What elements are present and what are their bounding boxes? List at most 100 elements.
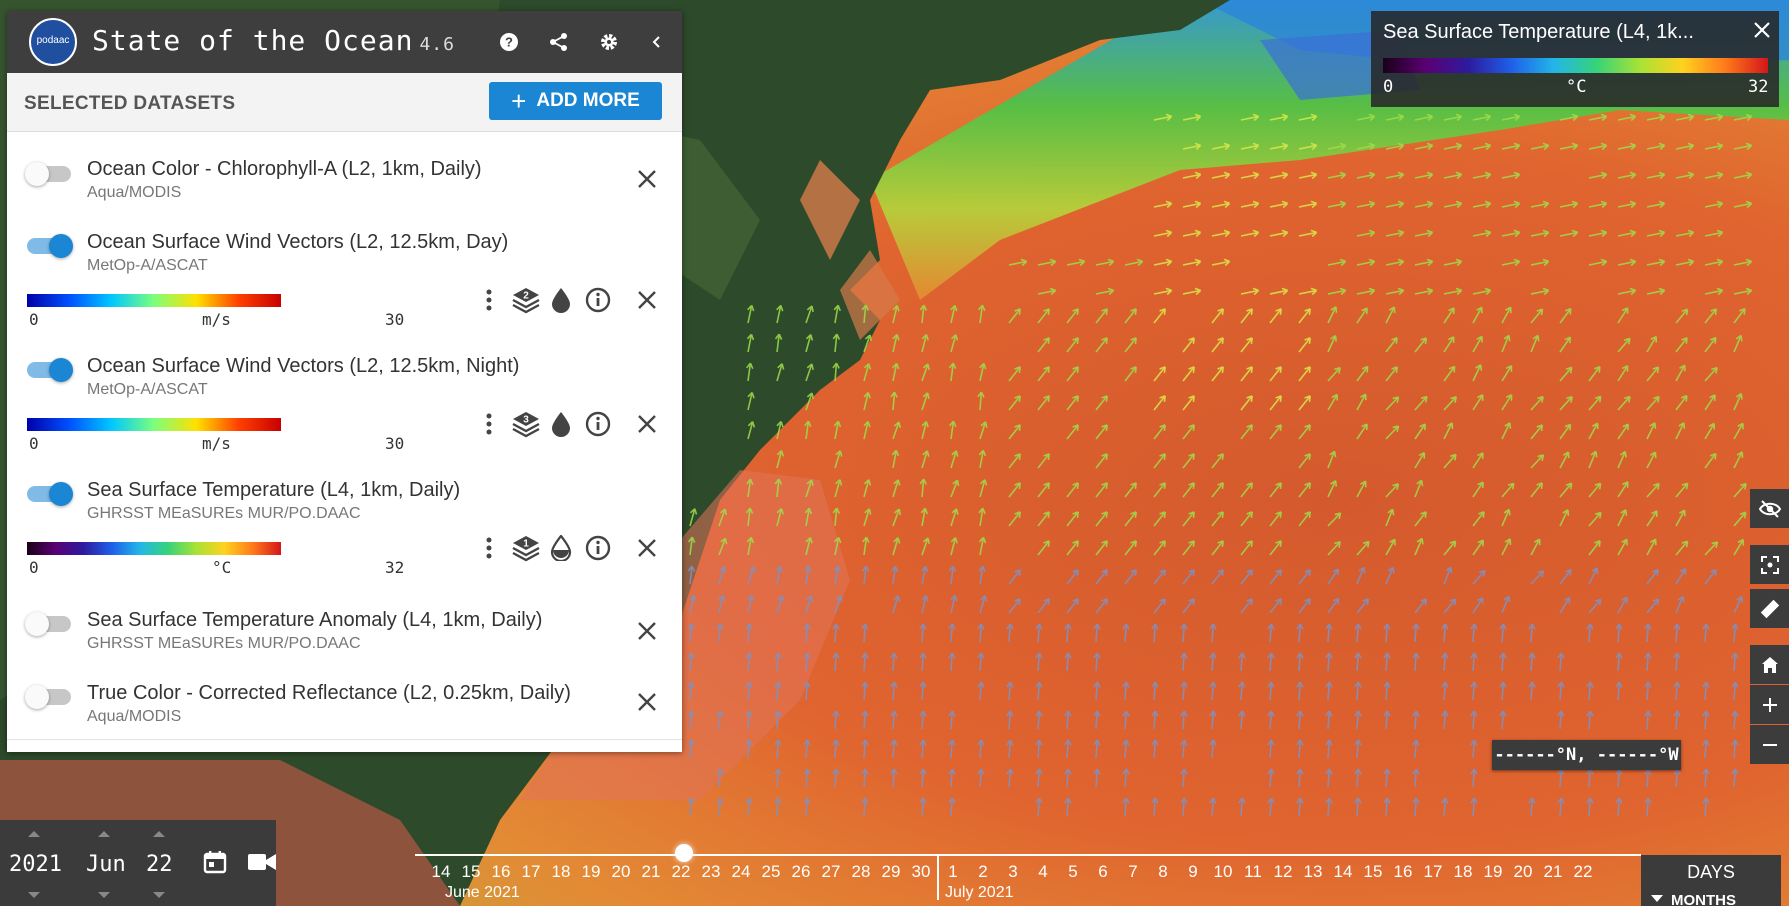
timeline-day[interactable]: 1 bbox=[939, 862, 967, 882]
layer-order-icon[interactable]: 3 bbox=[510, 408, 542, 440]
scale-max: 30 bbox=[385, 310, 405, 329]
hide-ui-icon[interactable] bbox=[1750, 489, 1789, 528]
timeline-day[interactable]: 12 bbox=[1269, 862, 1297, 882]
timeline-day[interactable]: 27 bbox=[817, 862, 845, 882]
video-camera-icon[interactable] bbox=[248, 852, 276, 877]
dataset-row: Sea Surface Temperature (L4, 1km, Daily)… bbox=[7, 468, 682, 593]
timeline-day[interactable]: 17 bbox=[1419, 862, 1447, 882]
timeline-day[interactable]: 22 bbox=[667, 862, 695, 882]
timeline-day[interactable]: 17 bbox=[517, 862, 545, 882]
info-icon[interactable] bbox=[582, 532, 614, 564]
scale-max: 30 bbox=[385, 434, 405, 453]
opacity-icon[interactable] bbox=[545, 532, 577, 564]
year-up-arrow[interactable] bbox=[28, 831, 40, 837]
timeline-day[interactable]: 23 bbox=[697, 862, 725, 882]
year-value[interactable]: 2021 bbox=[9, 852, 62, 877]
layer-toggle[interactable] bbox=[27, 234, 73, 258]
collapse-panel-icon[interactable] bbox=[640, 25, 674, 59]
timeline-day[interactable]: 24 bbox=[727, 862, 755, 882]
app-title: State of the Ocean 4.6 bbox=[92, 24, 455, 57]
calendar-icon[interactable] bbox=[203, 850, 227, 879]
year-down-arrow[interactable] bbox=[28, 892, 40, 898]
close-legend-icon[interactable] bbox=[1753, 21, 1771, 44]
remove-dataset-icon[interactable] bbox=[632, 285, 662, 315]
add-more-button[interactable]: + ADD MORE bbox=[489, 82, 662, 120]
timeline-day[interactable]: 21 bbox=[637, 862, 665, 882]
timeline-day[interactable]: 25 bbox=[757, 862, 785, 882]
more-options-icon[interactable] bbox=[473, 284, 505, 316]
timeline-day[interactable]: 13 bbox=[1299, 862, 1327, 882]
timeline-day[interactable]: 22 bbox=[1569, 862, 1597, 882]
share-icon[interactable] bbox=[542, 25, 576, 59]
month-value[interactable]: Jun bbox=[86, 852, 126, 877]
more-options-icon[interactable] bbox=[473, 532, 505, 564]
timeline-day[interactable]: 5 bbox=[1059, 862, 1087, 882]
timeline-day[interactable]: 28 bbox=[847, 862, 875, 882]
zoom-out-icon[interactable] bbox=[1750, 725, 1789, 764]
layer-toggle[interactable] bbox=[25, 162, 71, 186]
help-icon[interactable]: ? bbox=[492, 25, 526, 59]
timeline-day[interactable]: 29 bbox=[877, 862, 905, 882]
timeline-day[interactable]: 20 bbox=[1509, 862, 1537, 882]
info-icon[interactable] bbox=[582, 284, 614, 316]
timeline-day[interactable]: 26 bbox=[787, 862, 815, 882]
timeline-day[interactable]: 11 bbox=[1239, 862, 1267, 882]
timeline-day[interactable]: 16 bbox=[1389, 862, 1417, 882]
layer-order-icon[interactable]: 1 bbox=[510, 532, 542, 564]
timeline-day[interactable]: 21 bbox=[1539, 862, 1567, 882]
zoom-in-icon[interactable] bbox=[1750, 685, 1789, 724]
remove-dataset-icon[interactable] bbox=[632, 533, 662, 563]
colorbar bbox=[27, 418, 281, 431]
layer-toggle[interactable] bbox=[27, 482, 73, 506]
scale-unit: m/s bbox=[202, 310, 231, 329]
timeline-day[interactable]: 18 bbox=[547, 862, 575, 882]
scale-min: 0 bbox=[29, 310, 39, 329]
timeline-day[interactable]: 20 bbox=[607, 862, 635, 882]
more-options-icon[interactable] bbox=[473, 408, 505, 440]
remove-dataset-icon[interactable] bbox=[632, 409, 662, 439]
timeline-day[interactable]: 19 bbox=[1479, 862, 1507, 882]
timeline-zoom-months[interactable]: MONTHS bbox=[1641, 889, 1781, 906]
home-icon[interactable] bbox=[1750, 645, 1789, 684]
svg-text:3: 3 bbox=[523, 415, 529, 426]
remove-dataset-icon[interactable] bbox=[632, 164, 662, 194]
day-down-arrow[interactable] bbox=[153, 892, 165, 898]
day-value[interactable]: 22 bbox=[146, 852, 173, 877]
timeline-day[interactable]: 3 bbox=[999, 862, 1027, 882]
remove-dataset-icon[interactable] bbox=[632, 616, 662, 646]
timeline-zoom-days[interactable]: DAYS bbox=[1641, 855, 1781, 889]
opacity-icon[interactable] bbox=[545, 284, 577, 316]
layer-toggle[interactable] bbox=[25, 612, 71, 636]
fullscreen-icon[interactable] bbox=[1750, 545, 1789, 584]
month-up-arrow[interactable] bbox=[98, 831, 110, 837]
cursor-coordinates: ------°N, ------°W bbox=[1492, 740, 1681, 770]
timeline[interactable]: 14 15 16 17 18 19 20 21 22 23 24 25 26 27 28 29 30 1 2 3 4 5 6… bbox=[415, 844, 1641, 906]
info-icon[interactable] bbox=[582, 408, 614, 440]
timeline-handle[interactable] bbox=[675, 844, 693, 862]
timeline-day[interactable]: 2 bbox=[969, 862, 997, 882]
dataset-source: MetOp-A/ASCAT bbox=[87, 257, 208, 274]
timeline-day[interactable]: 14 bbox=[427, 862, 455, 882]
timeline-day[interactable]: 6 bbox=[1089, 862, 1117, 882]
day-up-arrow[interactable] bbox=[153, 831, 165, 837]
opacity-icon[interactable] bbox=[545, 408, 577, 440]
timeline-day[interactable]: 9 bbox=[1179, 862, 1207, 882]
month-down-arrow[interactable] bbox=[98, 892, 110, 898]
timeline-day[interactable]: 10 bbox=[1209, 862, 1237, 882]
settings-icon[interactable] bbox=[592, 25, 626, 59]
timeline-day[interactable]: 19 bbox=[577, 862, 605, 882]
measure-ruler-icon[interactable] bbox=[1750, 589, 1789, 628]
timeline-day[interactable]: 4 bbox=[1029, 862, 1057, 882]
timeline-day[interactable]: 7 bbox=[1119, 862, 1147, 882]
timeline-day[interactable]: 18 bbox=[1449, 862, 1477, 882]
timeline-day[interactable]: 14 bbox=[1329, 862, 1357, 882]
remove-dataset-icon[interactable] bbox=[632, 687, 662, 717]
timeline-day[interactable]: 30 bbox=[907, 862, 935, 882]
timeline-day[interactable]: 15 bbox=[1359, 862, 1387, 882]
timeline-day[interactable]: 16 bbox=[487, 862, 515, 882]
layer-toggle[interactable] bbox=[27, 358, 73, 382]
layer-order-icon[interactable]: 2 bbox=[510, 284, 542, 316]
timeline-day[interactable]: 8 bbox=[1149, 862, 1177, 882]
layer-toggle[interactable] bbox=[25, 685, 71, 709]
timeline-day[interactable]: 15 bbox=[457, 862, 485, 882]
